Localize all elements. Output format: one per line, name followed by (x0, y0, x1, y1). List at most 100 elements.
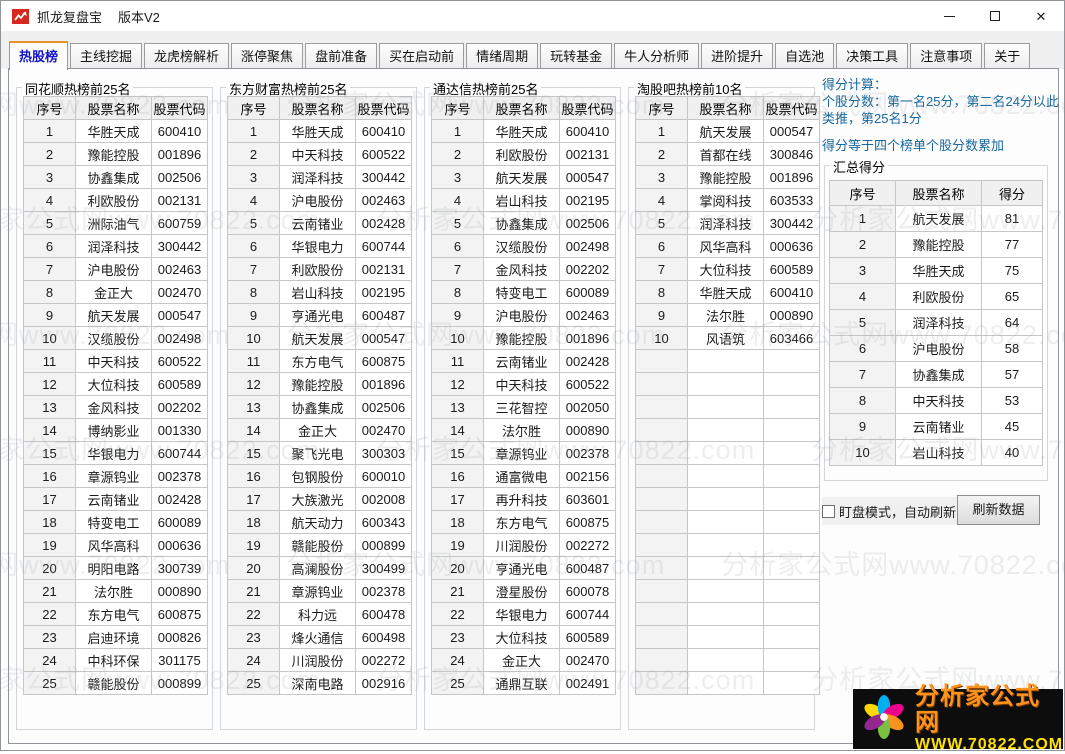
table-row[interactable]: 24 金正大 002470 (431, 648, 616, 672)
table-row[interactable]: 15 华银电力 600744 (23, 441, 208, 465)
table-row[interactable]: 9 沪电股份 002463 (431, 303, 616, 327)
table-row[interactable]: 5 洲际油气 600759 (23, 211, 208, 235)
table-row[interactable]: 4 掌阅科技 603533 (635, 188, 820, 212)
table-row[interactable]: 8 岩山科技 002195 (227, 280, 412, 304)
table-row[interactable]: 10 豫能控股 001896 (431, 326, 616, 350)
table-row[interactable]: 5 协鑫集成 002506 (431, 211, 616, 235)
table-row[interactable] (635, 464, 820, 488)
table-row[interactable]: 21 章源钨业 002378 (227, 579, 412, 603)
table-row[interactable]: 5 云南锗业 002428 (227, 211, 412, 235)
watch-mode-checkbox[interactable] (822, 504, 835, 518)
table-row[interactable]: 13 三花智控 002050 (431, 395, 616, 419)
maximize-button[interactable] (972, 1, 1018, 31)
table-row[interactable]: 2 中天科技 600522 (227, 142, 412, 166)
table-row[interactable]: 22 华银电力 600744 (431, 602, 616, 626)
table-row[interactable]: 20 高澜股份 300499 (227, 556, 412, 580)
tab-11[interactable]: 自选池 (775, 43, 835, 69)
tab-1[interactable]: 热股榜 (9, 41, 69, 70)
table-row[interactable]: 19 风华高科 000636 (23, 533, 208, 557)
table-row[interactable] (635, 648, 820, 672)
table-row[interactable] (635, 602, 820, 626)
tab-5[interactable]: 盘前准备 (305, 43, 378, 69)
table-row[interactable]: 11 东方电气 600875 (227, 349, 412, 373)
table-row[interactable]: 13 金风科技 002202 (23, 395, 208, 419)
table-row[interactable]: 3 华胜天成 75 (829, 257, 1043, 284)
table-row[interactable] (635, 625, 820, 649)
table-row[interactable]: 6 润泽科技 300442 (23, 234, 208, 258)
table-row[interactable]: 7 大位科技 600589 (635, 257, 820, 281)
table-row[interactable]: 21 澄星股份 600078 (431, 579, 616, 603)
table-row[interactable]: 4 利欧股份 002131 (23, 188, 208, 212)
table-row[interactable]: 1 华胜天成 600410 (227, 119, 412, 143)
table-row[interactable]: 15 章源钨业 002378 (431, 441, 616, 465)
table-row[interactable]: 3 协鑫集成 002506 (23, 165, 208, 189)
table-row[interactable]: 20 亨通光电 600487 (431, 556, 616, 580)
tab-8[interactable]: 玩转基金 (540, 43, 613, 69)
table-row[interactable]: 3 航天发展 000547 (431, 165, 616, 189)
table-row[interactable]: 3 豫能控股 001896 (635, 165, 820, 189)
table-row[interactable]: 8 华胜天成 600410 (635, 280, 820, 304)
table-row[interactable]: 22 科力远 600478 (227, 602, 412, 626)
tab-3[interactable]: 龙虎榜解析 (144, 43, 230, 69)
table-row[interactable]: 6 风华高科 000636 (635, 234, 820, 258)
tab-13[interactable]: 注意事项 (910, 43, 983, 69)
table-row[interactable]: 13 协鑫集成 002506 (227, 395, 412, 419)
table-row[interactable]: 23 大位科技 600589 (431, 625, 616, 649)
table-row[interactable]: 5 润泽科技 64 (829, 309, 1043, 336)
tab-14[interactable]: 关于 (984, 43, 1031, 69)
table-row[interactable]: 17 再升科技 603601 (431, 487, 616, 511)
table-row[interactable]: 9 云南锗业 45 (829, 413, 1043, 440)
table-row[interactable]: 24 川润股份 002272 (227, 648, 412, 672)
table-row[interactable]: 9 亨通光电 600487 (227, 303, 412, 327)
table-row[interactable]: 1 航天发展 81 (829, 205, 1043, 232)
table-row[interactable]: 18 东方电气 600875 (431, 510, 616, 534)
table-row[interactable] (635, 510, 820, 534)
table-row[interactable]: 25 赣能股份 000899 (23, 671, 208, 695)
table-row[interactable]: 10 岩山科技 40 (829, 439, 1043, 466)
table-row[interactable] (635, 349, 820, 373)
table-row[interactable]: 17 大族激光 002008 (227, 487, 412, 511)
table-row[interactable]: 18 航天动力 600343 (227, 510, 412, 534)
table-row[interactable]: 4 沪电股份 002463 (227, 188, 412, 212)
tab-9[interactable]: 牛人分析师 (614, 43, 700, 69)
table-row[interactable]: 11 中天科技 600522 (23, 349, 208, 373)
table-row[interactable]: 16 包钢股份 600010 (227, 464, 412, 488)
table-row[interactable]: 25 深南电路 002916 (227, 671, 412, 695)
table-row[interactable]: 17 云南锗业 002428 (23, 487, 208, 511)
table-row[interactable]: 8 特变电工 600089 (431, 280, 616, 304)
refresh-data-button[interactable]: 刷新数据 (957, 495, 1040, 525)
table-row[interactable]: 14 博纳影业 001330 (23, 418, 208, 442)
table-row[interactable]: 16 章源钨业 002378 (23, 464, 208, 488)
tab-6[interactable]: 买在启动前 (379, 43, 465, 69)
table-row[interactable]: 6 华银电力 600744 (227, 234, 412, 258)
table-row[interactable]: 12 豫能控股 001896 (227, 372, 412, 396)
table-row[interactable]: 15 聚飞光电 300303 (227, 441, 412, 465)
table-row[interactable] (635, 487, 820, 511)
tab-2[interactable]: 主线挖掘 (70, 43, 143, 69)
table-row[interactable]: 20 明阳电路 300739 (23, 556, 208, 580)
table-row[interactable]: 2 首都在线 300846 (635, 142, 820, 166)
table-row[interactable]: 5 润泽科技 300442 (635, 211, 820, 235)
table-row[interactable]: 23 启迪环境 000826 (23, 625, 208, 649)
table-row[interactable]: 4 岩山科技 002195 (431, 188, 616, 212)
close-button[interactable]: ✕ (1018, 1, 1064, 31)
table-row[interactable]: 9 航天发展 000547 (23, 303, 208, 327)
table-row[interactable]: 1 华胜天成 600410 (23, 119, 208, 143)
table-row[interactable]: 24 中科环保 301175 (23, 648, 208, 672)
table-row[interactable]: 12 大位科技 600589 (23, 372, 208, 396)
table-row[interactable]: 2 利欧股份 002131 (431, 142, 616, 166)
table-row[interactable] (635, 556, 820, 580)
table-row[interactable]: 3 润泽科技 300442 (227, 165, 412, 189)
table-row[interactable]: 1 华胜天成 600410 (431, 119, 616, 143)
table-row[interactable]: 19 川润股份 002272 (431, 533, 616, 557)
table-row[interactable]: 7 利欧股份 002131 (227, 257, 412, 281)
table-row[interactable]: 6 汉缆股份 002498 (431, 234, 616, 258)
table-row[interactable]: 21 法尔胜 000890 (23, 579, 208, 603)
table-row[interactable]: 23 烽火通信 600498 (227, 625, 412, 649)
table-row[interactable]: 18 特变电工 600089 (23, 510, 208, 534)
minimize-button[interactable] (926, 1, 972, 31)
table-row[interactable]: 25 通鼎互联 002491 (431, 671, 616, 695)
table-row[interactable]: 7 协鑫集成 57 (829, 361, 1043, 388)
table-row[interactable] (635, 441, 820, 465)
tab-10[interactable]: 进阶提升 (701, 43, 774, 69)
